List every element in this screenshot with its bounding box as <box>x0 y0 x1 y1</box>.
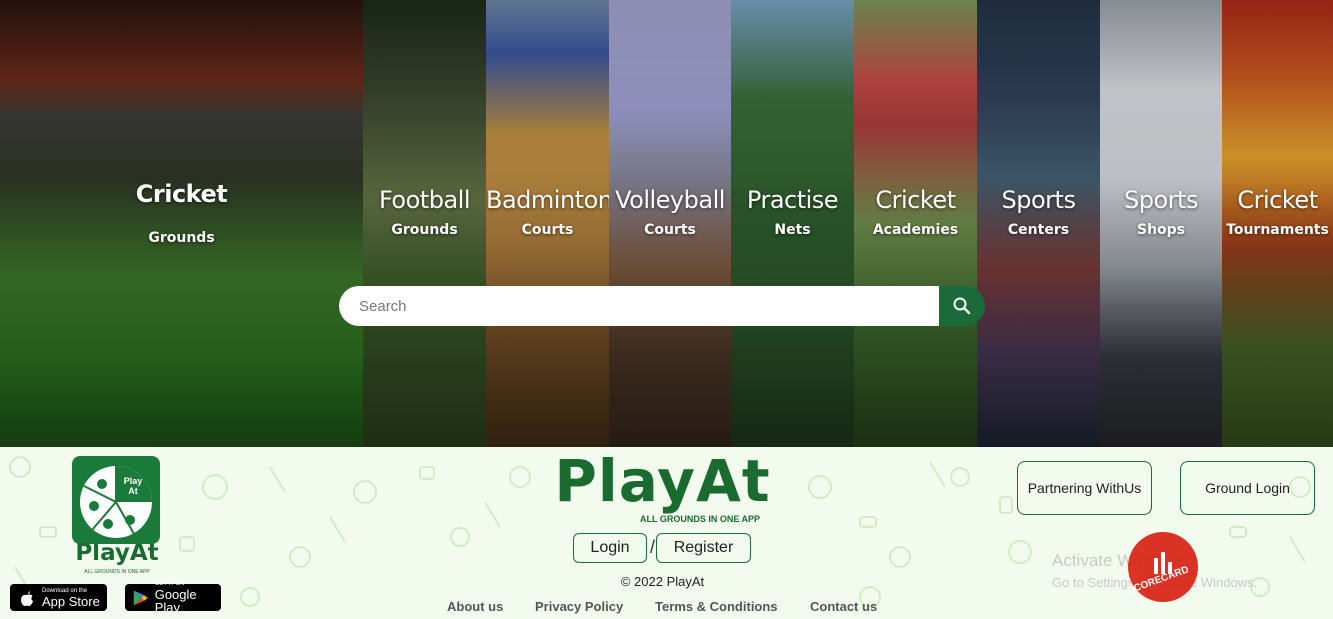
category-subtitle: Shops <box>1136 222 1186 238</box>
category-panel-cricket-tournaments[interactable]: Cricket Tournaments <box>1222 0 1333 447</box>
register-button[interactable]: Register <box>656 533 751 563</box>
category-subtitle: Nets <box>774 222 811 238</box>
category-panel-practise-nets[interactable]: Practise Nets <box>731 0 854 447</box>
footer-link-contact[interactable]: Contact us <box>810 599 877 614</box>
app-store-big: App Store <box>42 593 100 609</box>
category-panel-volleyball-courts[interactable]: Volleyball Courts <box>609 0 731 447</box>
category-subtitle: Grounds <box>148 230 215 246</box>
brand-title: PlayAt <box>554 447 771 515</box>
search-input[interactable] <box>339 286 939 326</box>
category-subtitle: Courts <box>644 222 696 238</box>
copyright: © 2022 PlayAt <box>620 574 705 589</box>
sports-wheel-icon <box>80 466 152 538</box>
logo-tagline: ALL GROUNDS IN ONE APP <box>84 569 150 575</box>
category-title: Cricket <box>875 186 956 214</box>
brand-tagline: ALL GROUNDS IN ONE APP <box>639 514 760 524</box>
category-panel-cricket-academies[interactable]: Cricket Academies <box>854 0 977 447</box>
panel-shade <box>0 0 363 447</box>
logo-wordmark: PlayAt <box>75 540 159 566</box>
partnering-button[interactable]: Partnering WithUs <box>1017 461 1152 515</box>
ground-login-button[interactable]: Ground Login <box>1180 461 1315 515</box>
logo-badge-text: Play At <box>123 476 143 496</box>
footer-link-terms[interactable]: Terms & Conditions <box>655 599 778 614</box>
category-subtitle: Courts <box>521 222 574 238</box>
category-title: Practise <box>746 186 839 214</box>
category-subtitle: Centers <box>1007 222 1070 238</box>
google-play-button[interactable]: GET IT ON Google Play <box>125 581 221 614</box>
category-title: Sports <box>1001 186 1076 214</box>
category-panel-cricket-grounds[interactable]: Cricket Grounds <box>0 0 363 447</box>
google-play-icon <box>133 590 148 605</box>
search-button[interactable] <box>939 286 985 326</box>
category-title: Football <box>378 186 471 214</box>
category-hero: Cricket Grounds Football Grounds Badmint… <box>0 0 1333 447</box>
category-subtitle: Grounds <box>391 222 458 238</box>
auth-separator: / <box>650 537 656 557</box>
search-icon <box>953 297 971 315</box>
category-title: Badminton <box>486 186 609 214</box>
app-store-text: Download on the App Store <box>42 588 100 608</box>
playat-logo-badge[interactable]: Play At <box>72 456 160 544</box>
google-play-big: Google Play <box>154 587 197 615</box>
category-title: Cricket <box>1237 186 1318 214</box>
category-panel-sports-centers[interactable]: Sports Centers <box>977 0 1100 447</box>
category-title: Cricket <box>135 180 228 208</box>
footer: Play At PlayAt ALL GROUNDS IN ONE APP Do… <box>0 447 1333 619</box>
footer-link-about[interactable]: About us <box>447 599 503 614</box>
category-panel-football-grounds[interactable]: Football Grounds <box>363 0 486 447</box>
category-subtitle: Tournaments <box>1226 222 1329 238</box>
apple-icon <box>21 590 33 606</box>
category-title: Sports <box>1124 186 1198 214</box>
category-subtitle: Academies <box>872 222 959 238</box>
search-bar <box>339 286 985 326</box>
google-play-text: GET IT ON Google Play <box>155 581 221 614</box>
category-panel-badminton-courts[interactable]: Badminton Courts <box>486 0 609 447</box>
category-panel-sports-shops[interactable]: Sports Shops <box>1100 0 1222 447</box>
app-store-button[interactable]: Download on the App Store <box>10 584 107 611</box>
footer-link-privacy[interactable]: Privacy Policy <box>535 599 623 614</box>
category-title: Volleyball <box>615 186 725 214</box>
login-button[interactable]: Login <box>573 533 647 563</box>
